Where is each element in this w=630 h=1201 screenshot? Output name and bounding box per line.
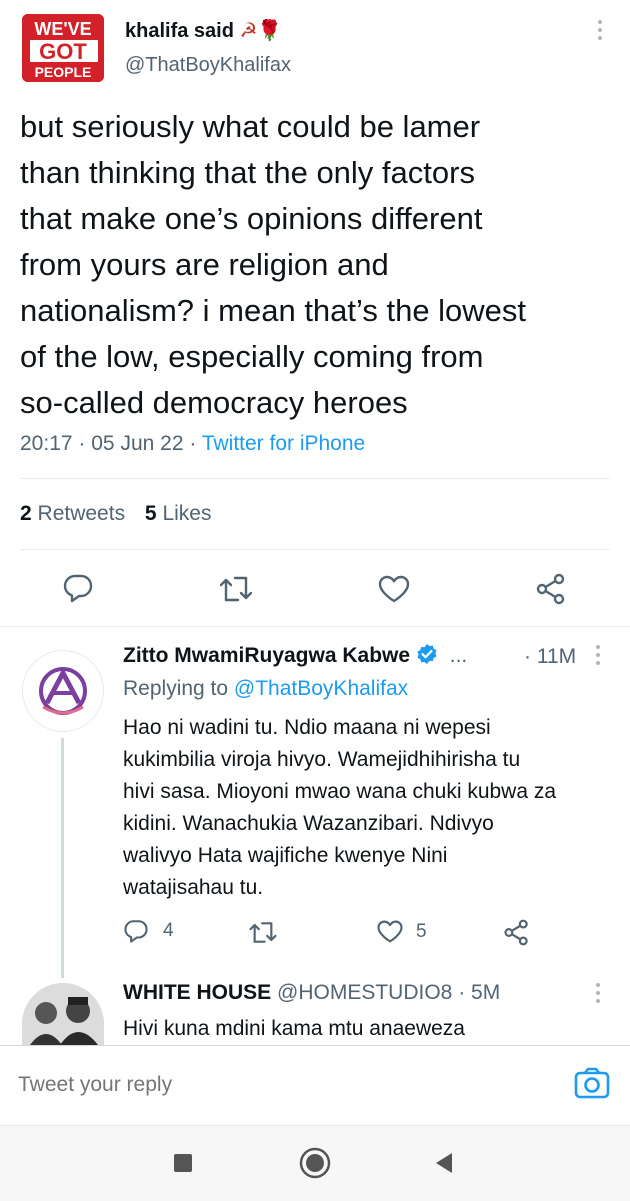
thread-connector-line bbox=[61, 738, 64, 978]
reply-share-button[interactable] bbox=[503, 919, 530, 946]
tweet-text-line: nationalism? i mean that’s the lowest bbox=[20, 293, 527, 328]
share-icon bbox=[504, 919, 528, 946]
tweet-reply-input[interactable] bbox=[18, 1066, 538, 1104]
author-name-row[interactable]: khalifa said ☭🌹 bbox=[125, 18, 282, 43]
likes-stat[interactable]: 5 Likes bbox=[145, 502, 212, 525]
replying-to-row: Replying to @ThatBoyKhalifax bbox=[123, 677, 408, 701]
retweets-stat[interactable]: 2 Retweets bbox=[20, 502, 131, 525]
meta-separator: · bbox=[189, 432, 197, 455]
tweet-stats: 2 Retweets 5 Likes bbox=[20, 502, 211, 526]
reply-text-line: watajisahau tu. bbox=[123, 876, 264, 899]
retweet-icon bbox=[219, 576, 253, 602]
reply-more-icon[interactable] bbox=[588, 981, 608, 1007]
reply-button[interactable] bbox=[62, 572, 94, 604]
reply-icon bbox=[63, 574, 93, 603]
meta-separator: · bbox=[78, 432, 86, 455]
name-emoji: ☭🌹 bbox=[239, 20, 283, 42]
reply-avatar[interactable] bbox=[22, 650, 104, 732]
divider bbox=[20, 549, 610, 550]
camera-icon[interactable] bbox=[574, 1067, 610, 1099]
name-truncation: ... bbox=[449, 644, 468, 667]
replying-to-label: Replying to bbox=[123, 677, 229, 700]
reply-text: Hao ni wadini tu. Ndio maana ni wepesi k… bbox=[123, 712, 556, 904]
tweet-meta-row: 20:17 · 05 Jun 22 · Twitter for iPhone bbox=[20, 432, 365, 456]
retweet-icon bbox=[249, 922, 277, 943]
retweets-label: Retweets bbox=[37, 502, 126, 525]
author-avatar[interactable]: WE'VE GOT PEOPLE bbox=[22, 14, 104, 82]
reply-time[interactable]: · 11M bbox=[524, 645, 576, 669]
avatar-text-1: WE'VE bbox=[34, 19, 91, 39]
back-triangle-icon bbox=[436, 1153, 452, 1173]
share-icon bbox=[536, 573, 565, 605]
likes-label: Likes bbox=[162, 502, 212, 525]
reply-time[interactable]: · 5M bbox=[458, 981, 500, 1004]
reply-more-icon[interactable] bbox=[588, 643, 608, 669]
tweet-time: 20:17 bbox=[20, 432, 73, 455]
like-button[interactable] bbox=[377, 574, 411, 604]
retweet-button[interactable] bbox=[218, 574, 254, 604]
share-button[interactable] bbox=[535, 573, 567, 605]
reply-text-line: kidini. Wanachukia Wazanzibari. Ndivyo bbox=[123, 812, 494, 835]
reply-text: Hivi kuna mdini kama mtu anaeweza bbox=[123, 1013, 465, 1045]
reply-author-handle[interactable]: @HOMESTUDIO8 bbox=[277, 981, 452, 1004]
avatar-logo-icon: WE'VE GOT PEOPLE bbox=[22, 14, 104, 82]
tweet-text-line: so-called democracy heroes bbox=[20, 385, 408, 420]
likes-count: 5 bbox=[144, 502, 157, 525]
photo-avatar-icon bbox=[22, 983, 104, 1045]
tweet-text: but seriously what could be lamer than t… bbox=[20, 104, 526, 426]
home-button[interactable] bbox=[298, 1146, 332, 1180]
more-options-icon[interactable] bbox=[590, 18, 610, 44]
reply-text-line: walivyo Hata wajifiche kwenye Nini bbox=[123, 844, 448, 867]
replying-to-handle[interactable]: @ThatBoyKhalifax bbox=[234, 677, 408, 700]
divider bbox=[0, 626, 630, 627]
system-navigation-bar bbox=[0, 1125, 630, 1201]
back-button[interactable] bbox=[434, 1152, 454, 1174]
home-circle-icon bbox=[299, 1147, 331, 1179]
avatar-text-3: PEOPLE bbox=[35, 64, 92, 80]
reply-retweet-button[interactable] bbox=[248, 920, 278, 945]
tweet-text-line: but seriously what could be lamer bbox=[20, 109, 481, 144]
reply-like-button[interactable]: 5 bbox=[376, 919, 427, 944]
reply-like-count: 5 bbox=[416, 920, 427, 942]
avatar-text-2: GOT bbox=[39, 39, 87, 64]
reply-text-line: Hivi kuna mdini kama mtu anaeweza bbox=[123, 1017, 465, 1040]
reply-author-name[interactable]: WHITE HOUSE bbox=[123, 981, 271, 1004]
reply-reply-count: 4 bbox=[163, 920, 174, 941]
tweet-text-line: than thinking that the only factors bbox=[20, 155, 475, 190]
reply-avatar[interactable] bbox=[22, 983, 104, 1045]
tweet-date: 05 Jun 22 bbox=[91, 432, 184, 455]
retweets-count: 2 bbox=[20, 502, 32, 525]
tweet-text-line: of the low, especially coming from bbox=[20, 339, 484, 374]
reply-reply-button[interactable]: 4 bbox=[123, 918, 174, 944]
tweet-text-line: that make one’s opinions different bbox=[20, 201, 483, 236]
heart-icon bbox=[378, 575, 410, 603]
reply-header: WHITE HOUSE @HOMESTUDIO8 · 5M bbox=[123, 981, 500, 1005]
heart-icon bbox=[377, 920, 403, 943]
party-logo-icon bbox=[39, 667, 87, 715]
reply-text-line: hivi sasa. Mioyoni mwao wana chuki kubwa… bbox=[123, 780, 557, 803]
reply-text-line: kukimbilia viroja hivyo. Wamejidhihirish… bbox=[123, 748, 521, 771]
reply-composer bbox=[0, 1045, 630, 1126]
tweet-text-line: from yours are religion and bbox=[20, 247, 389, 282]
author-display-name[interactable]: khalifa said bbox=[125, 20, 234, 42]
reply-icon bbox=[124, 920, 148, 943]
divider bbox=[20, 478, 610, 479]
author-handle[interactable]: @ThatBoyKhalifax bbox=[125, 54, 291, 77]
reply-text-line: Hao ni wadini tu. Ndio maana ni wepesi bbox=[123, 716, 491, 739]
verified-badge-icon bbox=[416, 643, 438, 665]
reply-header: Zitto MwamiRuyagwa Kabwe ... bbox=[123, 643, 467, 668]
recent-apps-button[interactable] bbox=[174, 1154, 192, 1172]
tweet-source-link[interactable]: Twitter for iPhone bbox=[202, 432, 365, 455]
reply-author-name[interactable]: Zitto MwamiRuyagwa Kabwe bbox=[123, 644, 410, 667]
